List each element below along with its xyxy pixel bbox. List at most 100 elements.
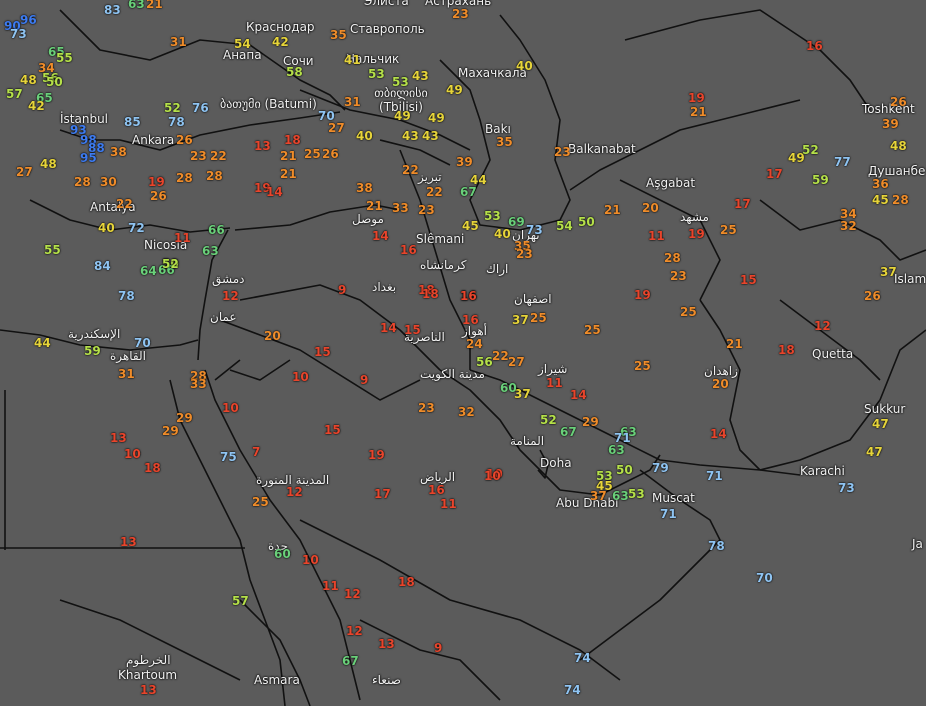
value-marker: 58	[286, 65, 303, 79]
value-marker: 23	[418, 203, 435, 217]
value-marker: 49	[788, 151, 805, 165]
city-label: Khartoum	[118, 668, 178, 682]
value-marker: 39	[456, 155, 473, 169]
value-marker: 40	[494, 227, 511, 241]
value-marker: 16	[462, 313, 479, 327]
value-marker: 23	[554, 145, 571, 159]
value-marker: 25	[584, 323, 601, 337]
value-marker: 35	[496, 135, 513, 149]
value-marker: 72	[128, 221, 145, 235]
value-marker: 10	[222, 401, 239, 415]
value-marker: 71	[660, 507, 677, 521]
city-label: Quetta	[812, 347, 854, 361]
value-marker: 7	[252, 445, 261, 459]
value-marker: 9	[360, 373, 369, 387]
value-marker: 54	[234, 37, 251, 51]
value-marker: 23	[516, 247, 533, 261]
value-marker: 37	[512, 313, 529, 327]
value-marker: 59	[84, 344, 101, 358]
value-marker: 16	[460, 289, 477, 303]
value-marker: 42	[272, 35, 289, 49]
value-marker: 73	[10, 27, 27, 41]
city-label: عمان	[210, 310, 237, 324]
value-marker: 14	[570, 388, 587, 402]
value-marker: 11	[322, 579, 339, 593]
value-marker: 22	[492, 349, 509, 363]
value-marker: 19	[688, 91, 705, 105]
value-marker: 56	[476, 355, 493, 369]
city-label: دمشق	[212, 272, 245, 286]
value-marker: 41	[344, 53, 361, 67]
city-label: اراك	[486, 262, 509, 276]
value-marker: 53	[484, 209, 501, 223]
city-label: مشهد	[680, 210, 709, 224]
value-marker: 52	[162, 257, 179, 271]
value-marker: 17	[374, 487, 391, 501]
value-marker: 25	[304, 147, 321, 161]
value-marker: 49	[394, 109, 411, 123]
value-marker: 26	[176, 133, 193, 147]
city-label: Slêmani	[416, 232, 465, 246]
city-label: Asmara	[254, 673, 300, 687]
value-marker: 43	[422, 129, 439, 143]
city-label: Краснодар	[246, 20, 315, 34]
value-marker: 71	[706, 469, 723, 483]
weather-map[interactable]: Элиста Астрахань Краснодар Ставрополь Ан…	[0, 0, 926, 706]
city-label: زاهدان	[704, 364, 738, 378]
value-marker: 19	[148, 175, 165, 189]
value-marker: 45	[872, 193, 889, 207]
value-marker: 11	[174, 231, 191, 245]
value-marker: 28	[176, 171, 193, 185]
value-marker: 10	[302, 553, 319, 567]
value-marker: 63	[202, 244, 219, 258]
value-marker: 29	[162, 424, 179, 438]
value-marker: 14	[380, 321, 397, 335]
value-marker: 13	[120, 535, 137, 549]
value-marker: 45	[462, 219, 479, 233]
value-marker: 74	[564, 683, 581, 697]
value-marker: 11	[440, 497, 457, 511]
value-marker: 21	[280, 167, 297, 181]
value-marker: 52	[540, 413, 557, 427]
value-marker: 33	[190, 377, 207, 391]
value-marker: 20	[642, 201, 659, 215]
value-marker: 75	[220, 450, 237, 464]
city-label: ბათუმი (Batumi)	[220, 97, 317, 111]
value-marker: 78	[168, 115, 185, 129]
value-marker: 14	[266, 185, 283, 199]
value-marker: 32	[458, 405, 475, 419]
value-marker: 22	[210, 149, 227, 163]
value-marker: 63	[612, 489, 629, 503]
value-marker: 40	[98, 221, 115, 235]
city-label: شيراز	[538, 362, 568, 376]
city-label: Karachi	[800, 464, 845, 478]
value-marker: 38	[356, 181, 373, 195]
value-marker: 31	[118, 367, 135, 381]
value-marker: 16	[428, 483, 445, 497]
value-marker: 21	[690, 105, 707, 119]
value-marker: 20	[264, 329, 281, 343]
value-marker: 50	[578, 215, 595, 229]
value-marker: 15	[404, 323, 421, 337]
value-marker: 26	[150, 189, 167, 203]
value-marker: 29	[582, 415, 599, 429]
value-marker: 13	[254, 139, 271, 153]
value-marker: 53	[368, 67, 385, 81]
value-marker: 15	[314, 345, 331, 359]
value-marker: 25	[680, 305, 697, 319]
value-marker: 21	[726, 337, 743, 351]
value-marker: 12	[222, 289, 239, 303]
value-marker: 13	[110, 431, 127, 445]
value-marker: 30	[100, 175, 117, 189]
value-marker: 63	[128, 0, 145, 11]
value-marker: 48	[20, 73, 37, 87]
value-marker: 95	[80, 151, 97, 165]
value-marker: 33	[392, 201, 409, 215]
city-label: Muscat	[652, 491, 695, 505]
value-marker: 27	[508, 355, 525, 369]
value-marker: 43	[402, 129, 419, 143]
value-marker: 43	[412, 69, 429, 83]
value-marker: 67	[460, 185, 477, 199]
value-marker: 84	[94, 259, 111, 273]
value-marker: 55	[44, 243, 61, 257]
